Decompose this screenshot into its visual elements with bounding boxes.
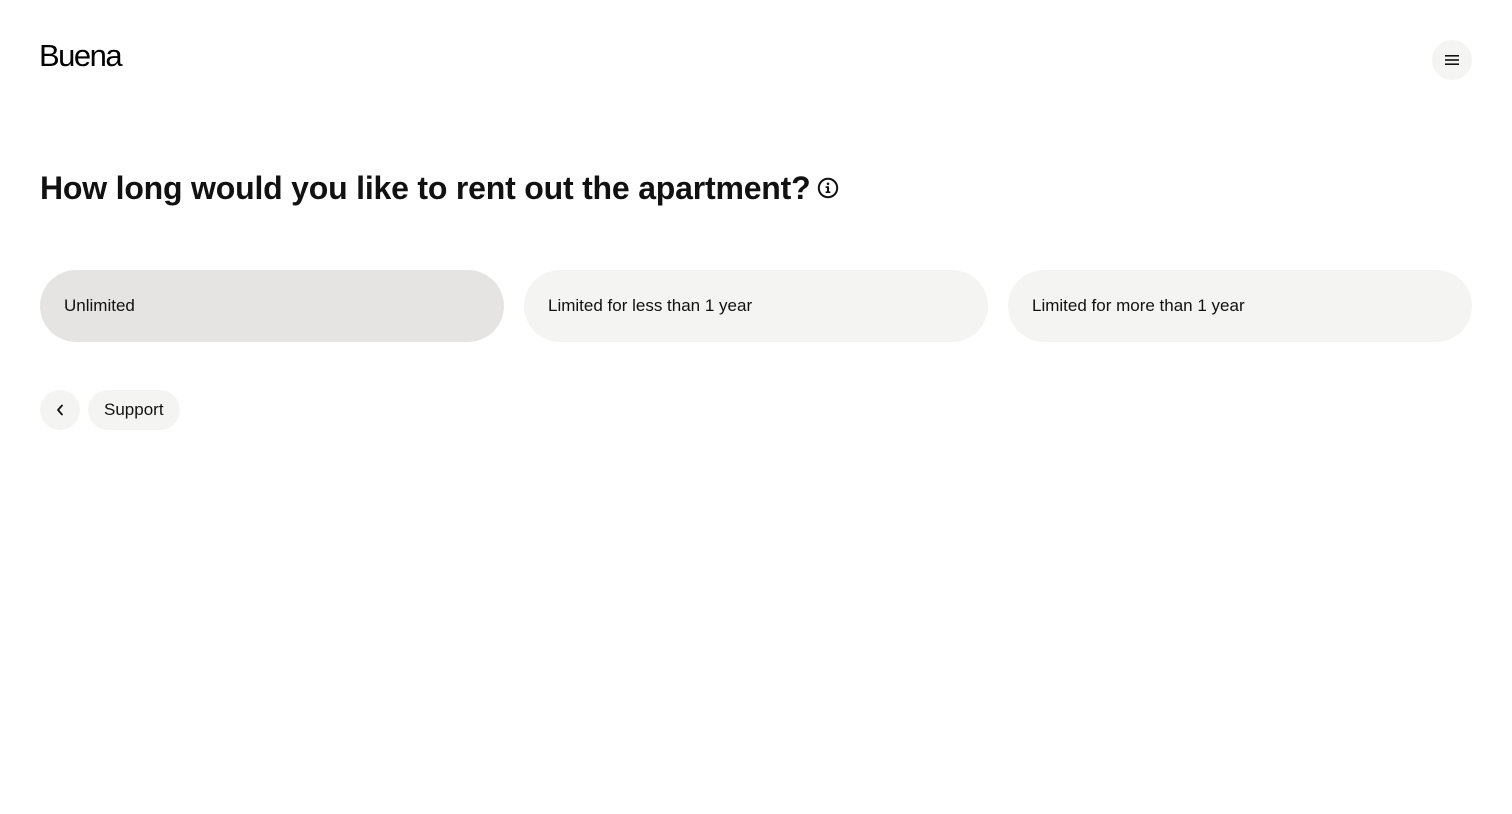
menu-button[interactable] (1432, 40, 1472, 80)
option-label: Unlimited (64, 296, 135, 315)
option-unlimited[interactable]: Unlimited (40, 270, 504, 342)
info-icon[interactable] (817, 177, 839, 199)
support-button[interactable]: Support (88, 390, 180, 430)
page: Buena How long would you like to rent ou… (0, 0, 1512, 814)
option-label: Limited for more than 1 year (1032, 296, 1245, 315)
option-label: Limited for less than 1 year (548, 296, 753, 315)
chevron-left-icon (57, 404, 63, 416)
footer-nav: Support (40, 390, 180, 430)
hamburger-menu-icon (1445, 55, 1459, 65)
page-title: How long would you like to rent out the … (40, 170, 811, 206)
option-limited-less-than-1-year[interactable]: Limited for less than 1 year (524, 270, 988, 342)
option-limited-more-than-1-year[interactable]: Limited for more than 1 year (1008, 270, 1472, 342)
rental-duration-options: Unlimited Limited for less than 1 year L… (40, 270, 1472, 342)
buena-logo[interactable]: Buena (39, 38, 123, 74)
back-button[interactable] (40, 390, 80, 430)
support-label: Support (104, 400, 164, 419)
question-heading: How long would you like to rent out the … (40, 166, 839, 210)
